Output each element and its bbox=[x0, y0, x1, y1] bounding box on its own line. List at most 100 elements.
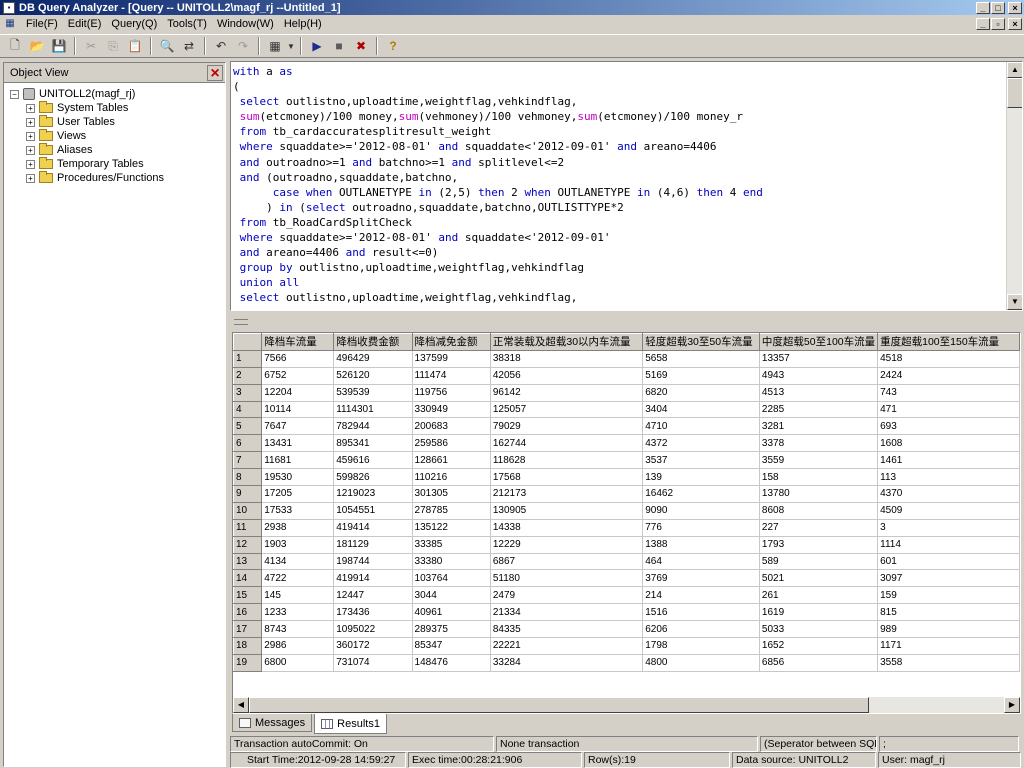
expand-icon[interactable]: + bbox=[26, 117, 35, 127]
grid-horizontal-scrollbar[interactable]: ◀ ▶ bbox=[233, 697, 1020, 713]
table-cell[interactable]: 12447 bbox=[333, 586, 413, 605]
table-cell[interactable]: 599826 bbox=[333, 468, 413, 487]
table-cell[interactable]: 731074 bbox=[333, 653, 413, 672]
row-number[interactable]: 6 bbox=[233, 434, 263, 453]
table-cell[interactable]: 17533 bbox=[261, 501, 335, 520]
table-cell[interactable]: 8608 bbox=[758, 501, 879, 520]
table-cell[interactable]: 2938 bbox=[261, 518, 335, 537]
table-row[interactable]: 16 1233 173436 40961 21334 1516 1619 815 bbox=[233, 603, 1020, 622]
table-cell[interactable]: 22221 bbox=[489, 637, 644, 655]
row-number[interactable]: 3 bbox=[233, 383, 263, 402]
table-cell[interactable]: 6867 bbox=[489, 552, 644, 571]
table-cell[interactable]: 1619 bbox=[758, 603, 879, 622]
table-cell[interactable]: 1114 bbox=[877, 535, 1020, 554]
table-cell[interactable]: 1219023 bbox=[333, 485, 413, 503]
table-cell[interactable]: 84335 bbox=[489, 620, 644, 639]
column-header[interactable]: 降档减免金额 bbox=[411, 333, 491, 351]
table-cell[interactable]: 3537 bbox=[642, 451, 760, 470]
save-icon[interactable]: 💾 bbox=[48, 36, 70, 56]
row-number[interactable]: 18 bbox=[233, 637, 263, 655]
table-cell[interactable]: 589 bbox=[758, 552, 879, 571]
table-cell[interactable]: 17568 bbox=[489, 468, 644, 487]
table-cell[interactable]: 2479 bbox=[489, 586, 644, 605]
table-cell[interactable]: 128661 bbox=[411, 451, 491, 470]
table-cell[interactable]: 3097 bbox=[877, 569, 1020, 588]
tree-item-procedures-functions[interactable]: + Procedures/Functions bbox=[10, 171, 225, 185]
table-cell[interactable]: 162744 bbox=[489, 434, 644, 453]
table-cell[interactable]: 4800 bbox=[642, 653, 760, 672]
table-cell[interactable]: 33385 bbox=[411, 535, 491, 554]
column-header[interactable]: 降档车流量 bbox=[261, 333, 335, 351]
table-row[interactable]: 9 17205 1219023 301305 212173 16462 13780 4370 bbox=[233, 485, 1020, 503]
table-cell[interactable]: 1516 bbox=[642, 603, 760, 622]
table-cell[interactable]: 198744 bbox=[333, 552, 413, 571]
table-cell[interactable]: 601 bbox=[877, 552, 1020, 571]
child-restore-button[interactable]: ▫ bbox=[991, 18, 1005, 30]
table-cell[interactable]: 12204 bbox=[261, 383, 335, 402]
table-cell[interactable]: 11681 bbox=[261, 451, 335, 470]
table-cell[interactable]: 118628 bbox=[489, 451, 644, 470]
table-cell[interactable]: 459616 bbox=[333, 451, 413, 470]
row-number[interactable]: 9 bbox=[233, 485, 263, 503]
column-header[interactable]: 重度超载100至150车流量 bbox=[877, 333, 1020, 351]
table-cell[interactable]: 13780 bbox=[758, 485, 879, 503]
table-cell[interactable]: 464 bbox=[642, 552, 760, 571]
column-header[interactable]: 降档收费金额 bbox=[333, 333, 413, 351]
scroll-thumb[interactable] bbox=[249, 697, 869, 713]
table-row[interactable]: 18 2986 360172 85347 22221 1798 1652 1171 bbox=[233, 637, 1020, 655]
column-header[interactable]: 轻度超载30至50车流量 bbox=[642, 333, 760, 351]
table-cell[interactable]: 2424 bbox=[877, 366, 1020, 385]
table-cell[interactable]: 278785 bbox=[411, 501, 491, 520]
expand-icon[interactable]: + bbox=[26, 103, 35, 113]
row-number[interactable]: 19 bbox=[233, 653, 263, 672]
table-cell[interactable]: 815 bbox=[877, 603, 1020, 622]
row-number[interactable]: 17 bbox=[233, 620, 263, 639]
table-cell[interactable]: 4513 bbox=[758, 383, 879, 402]
table-cell[interactable]: 261 bbox=[758, 586, 879, 605]
table-cell[interactable]: 419914 bbox=[333, 569, 413, 588]
copy-icon[interactable]: ⎘ bbox=[102, 36, 124, 56]
table-cell[interactable]: 16462 bbox=[642, 485, 760, 503]
table-cell[interactable]: 4134 bbox=[261, 552, 335, 571]
help-icon[interactable]: ? bbox=[382, 36, 404, 56]
table-cell[interactable]: 693 bbox=[877, 417, 1020, 436]
table-cell[interactable]: 212173 bbox=[489, 485, 644, 503]
row-number[interactable]: 12 bbox=[233, 535, 263, 554]
table-cell[interactable]: 1903 bbox=[261, 535, 335, 554]
table-cell[interactable]: 5169 bbox=[642, 366, 760, 385]
table-cell[interactable]: 12229 bbox=[489, 535, 644, 554]
table-cell[interactable]: 145 bbox=[261, 586, 335, 605]
table-cell[interactable]: 6820 bbox=[642, 383, 760, 402]
tree-root[interactable]: − UNITOLL2(magf_rj) bbox=[10, 87, 225, 101]
tree-item-aliases[interactable]: + Aliases bbox=[10, 143, 225, 157]
table-cell[interactable]: 1233 bbox=[261, 603, 335, 622]
table-cell[interactable]: 4370 bbox=[877, 485, 1020, 503]
tree-item-temporary-tables[interactable]: + Temporary Tables bbox=[10, 157, 225, 171]
table-cell[interactable]: 471 bbox=[877, 400, 1020, 419]
scroll-right-icon[interactable]: ▶ bbox=[1004, 697, 1020, 713]
close-icon[interactable]: × bbox=[207, 64, 223, 81]
row-number[interactable]: 2 bbox=[233, 366, 263, 385]
table-row[interactable]: 7 11681 459616 128661 118628 3537 3559 1461 bbox=[233, 451, 1020, 470]
table-cell[interactable]: 1461 bbox=[877, 451, 1020, 470]
table-cell[interactable]: 4710 bbox=[642, 417, 760, 436]
table-cell[interactable]: 135122 bbox=[411, 518, 491, 537]
table-cell[interactable]: 33380 bbox=[411, 552, 491, 571]
table-cell[interactable]: 5658 bbox=[642, 349, 760, 368]
table-cell[interactable]: 181129 bbox=[333, 535, 413, 554]
table-cell[interactable]: 96142 bbox=[489, 383, 644, 402]
table-cell[interactable]: 3558 bbox=[877, 653, 1020, 672]
column-header[interactable]: 正常装载及超载30以内车流量 bbox=[489, 333, 644, 351]
results-grid[interactable]: 降档车流量 降档收费金额 降档减免金额 正常装载及超载30以内车流量 轻度超载30至50… bbox=[232, 332, 1021, 714]
table-row[interactable]: 3 12204 539539 119756 96142 6820 4513 743 bbox=[233, 383, 1020, 402]
table-cell[interactable]: 9090 bbox=[642, 501, 760, 520]
table-cell[interactable]: 214 bbox=[642, 586, 760, 605]
table-row[interactable]: 13 4134 198744 33380 6867 464 589 601 bbox=[233, 552, 1020, 571]
table-cell[interactable]: 289375 bbox=[411, 620, 491, 639]
table-cell[interactable]: 3559 bbox=[758, 451, 879, 470]
table-cell[interactable]: 148476 bbox=[411, 653, 491, 672]
table-cell[interactable]: 743 bbox=[877, 383, 1020, 402]
dropdown-arrow-icon[interactable]: ▼ bbox=[286, 36, 296, 56]
expand-icon[interactable]: + bbox=[26, 131, 35, 141]
row-number[interactable]: 1 bbox=[233, 349, 263, 368]
